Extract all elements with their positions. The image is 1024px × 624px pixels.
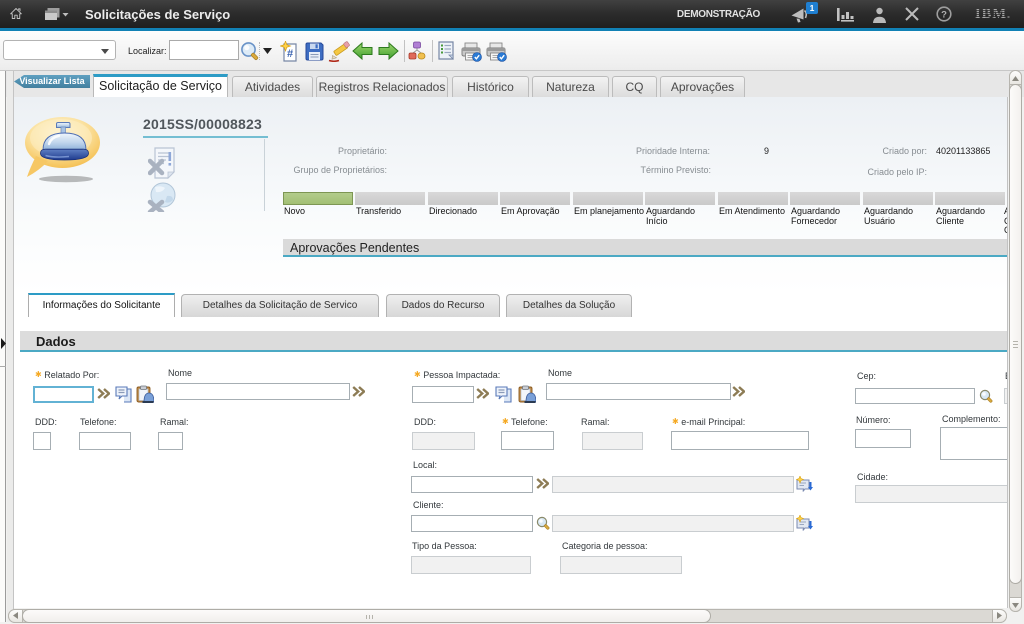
svg-text:#: # <box>287 48 293 60</box>
svg-text:IBM: IBM <box>975 6 1006 21</box>
svg-text:?: ? <box>941 10 947 21</box>
